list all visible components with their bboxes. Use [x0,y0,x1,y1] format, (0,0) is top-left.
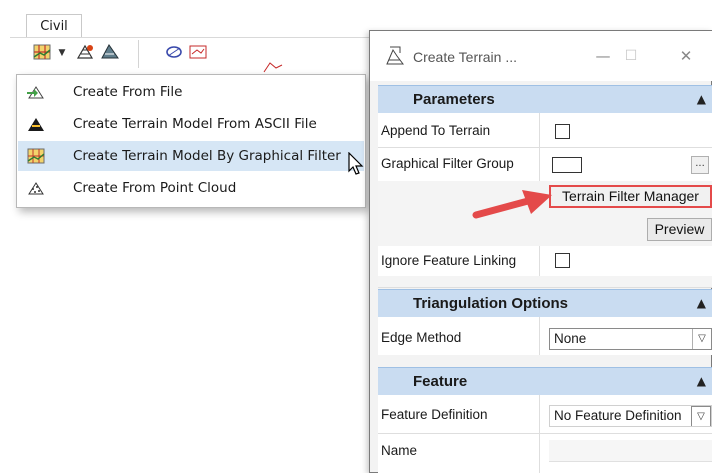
collapse-caret-icon[interactable]: ▲ [697,290,706,317]
chevron-down-icon[interactable]: ▽ [692,329,711,349]
edge-method-value: None [554,331,587,346]
menu-item-create-from-file[interactable]: Create From File [18,77,364,107]
partial-ribbon-icon [263,62,283,73]
surface-icon[interactable] [164,42,184,62]
section-title: Feature [413,373,468,390]
graphical-filter-group-field[interactable] [552,157,582,173]
ribbon-separator [138,40,139,68]
feature-definition-value: No Feature Definition [554,408,682,423]
terrain-dialog-icon [386,46,404,65]
browse-button[interactable]: ... [691,156,709,174]
mouse-pointer-icon [348,152,364,175]
maximize-button[interactable]: ☐ [619,45,643,67]
section-feature[interactable]: Feature ▲ [378,367,712,395]
ignore-feature-linking-label: Ignore Feature Linking [381,253,517,268]
civil-ribbon [0,0,370,80]
collapse-caret-icon[interactable]: ▲ [697,86,706,113]
edge-method-select[interactable]: None ▽ [549,328,712,350]
point-cloud-terrain-icon [28,182,44,195]
name-field[interactable] [549,440,712,462]
profile-view-icon[interactable] [188,42,208,62]
terrain-model-icon[interactable] [32,42,52,62]
menu-item-create-by-graphical-filter[interactable]: Create Terrain Model By Graphical Filter [18,141,364,171]
tab-civil[interactable]: Civil [26,14,82,38]
menu-item-label: Create From File [73,84,183,100]
ribbon-divider [10,37,370,38]
feature-definition-label: Feature Definition [381,407,488,422]
append-to-terrain-checkbox[interactable] [555,124,570,139]
section-parameters[interactable]: Parameters ▲ [378,85,712,113]
terrain-edit-icon[interactable] [75,42,95,62]
import-terrain-icon [27,86,44,99]
terrain-filter-manager-button[interactable]: Terrain Filter Manager [549,185,712,208]
ascii-terrain-icon [28,118,44,131]
row-ignore-feature-linking: Ignore Feature Linking [378,246,712,276]
ignore-feature-linking-checkbox[interactable] [555,253,570,268]
dialog-title: Create Terrain ... [413,49,518,65]
grid-divider [539,395,540,473]
section-title: Triangulation Options [413,295,568,312]
menu-item-label: Create Terrain Model By Graphical Filter [73,148,341,164]
row-graphical-filter-group: Graphical Filter Group [378,147,712,182]
feature-definition-select[interactable]: No Feature Definition ▽ [549,405,712,427]
grid-divider [539,317,540,355]
menu-item-label: Create Terrain Model From ASCII File [73,116,317,132]
append-to-terrain-label: Append To Terrain [381,123,491,138]
preview-button[interactable]: Preview [647,218,712,241]
section-triangulation-options[interactable]: Triangulation Options ▲ [378,289,712,317]
graphical-filter-terrain-icon [27,148,45,164]
grid-divider [539,246,540,276]
row-append-to-terrain: Append To Terrain [378,113,712,148]
terrain-analysis-icon[interactable] [100,42,120,62]
menu-item-create-from-ascii[interactable]: Create Terrain Model From ASCII File [18,109,364,139]
collapse-caret-icon[interactable]: ▲ [697,368,706,395]
terrain-create-menu: Create From File Create Terrain Model Fr… [16,74,366,208]
graphical-filter-group-label: Graphical Filter Group [381,156,514,171]
menu-item-label: Create From Point Cloud [73,180,237,196]
menu-item-create-from-point-cloud[interactable]: Create From Point Cloud [18,173,364,203]
grid-divider [539,113,540,181]
chevron-down-icon[interactable]: ▽ [691,406,711,426]
section-title: Parameters [413,91,495,108]
name-label: Name [381,443,418,458]
minimize-button[interactable]: — [591,45,615,67]
close-button[interactable]: ✕ [674,45,698,67]
annotation-arrow-icon [472,190,552,219]
edge-method-label: Edge Method [381,330,462,345]
split-dropdown-arrow-icon[interactable]: ▼ [56,46,68,60]
